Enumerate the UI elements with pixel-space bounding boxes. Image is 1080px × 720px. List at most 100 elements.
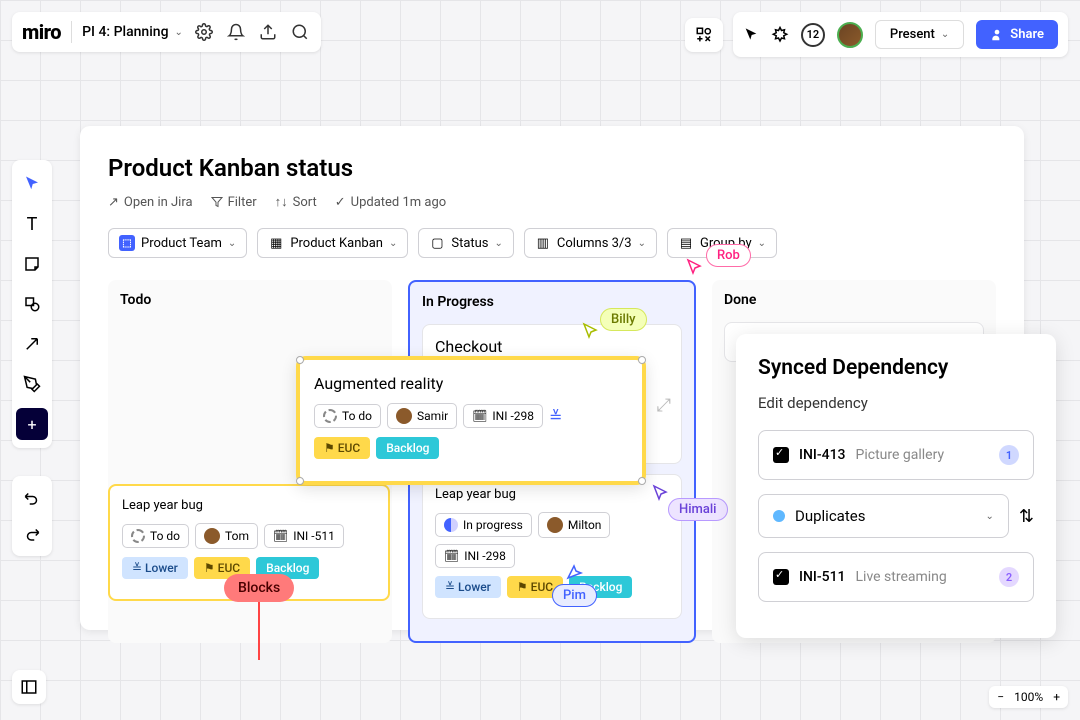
checkbox-icon[interactable]	[773, 569, 789, 585]
sort-label: Sort	[293, 195, 317, 210]
panel-toggle-button[interactable]	[12, 670, 46, 704]
columns-filter[interactable]: ▥Columns 3/3⌄	[524, 228, 657, 258]
issue-pill[interactable]: 🗓 INI -298	[463, 404, 543, 428]
filter-label: Filter	[228, 195, 257, 210]
cursor-arrow-icon	[686, 258, 704, 276]
updated-label: Updated 1m ago	[351, 195, 447, 210]
status-label: Status	[451, 236, 488, 251]
issue-pill[interactable]: 🗓 INI -298	[435, 544, 515, 568]
priority-text: Lower	[145, 561, 178, 575]
dependency-panel: Synced Dependency Edit dependency INI-41…	[736, 334, 1056, 638]
chevron-down-icon: ⌄	[495, 238, 503, 249]
export-icon[interactable]	[257, 21, 279, 43]
select-tool[interactable]	[16, 168, 48, 200]
zoom-in-button[interactable]: +	[1053, 690, 1060, 704]
arrow-tool[interactable]	[16, 328, 48, 360]
reactions-icon[interactable]	[771, 26, 789, 44]
status-pill[interactable]: To do	[122, 524, 189, 548]
assignee-text: Tom	[225, 529, 249, 543]
search-icon[interactable]	[289, 21, 311, 43]
card-augmented-reality[interactable]: Augmented reality To do Samir 🗓 INI -298…	[296, 356, 646, 485]
text-tool[interactable]: T	[16, 208, 48, 240]
swap-button[interactable]: ⇅	[1019, 506, 1034, 527]
user-avatar[interactable]	[837, 22, 863, 48]
dep-name: Picture gallery	[856, 447, 945, 463]
apps-button[interactable]	[685, 18, 723, 52]
assignee-text: Samir	[417, 409, 448, 423]
redo-button[interactable]	[16, 518, 48, 550]
column-title: Todo	[120, 292, 380, 308]
settings-icon[interactable]	[193, 21, 215, 43]
avatar-icon	[547, 517, 563, 533]
top-left-toolbar: miro PI 4: Planning ⌄	[12, 12, 321, 52]
dep-id: INI-511	[799, 569, 846, 585]
filter-button[interactable]: Filter	[211, 194, 257, 210]
shape-tool[interactable]	[16, 288, 48, 320]
team-filter[interactable]: ⬚Product Team⌄	[108, 228, 247, 258]
priority-icon[interactable]: ≚	[549, 407, 562, 426]
status-text: To do	[342, 409, 372, 423]
assignee-pill[interactable]: Tom	[195, 523, 258, 549]
resize-handle-tr[interactable]	[638, 356, 646, 364]
board-label: Product Kanban	[290, 236, 383, 251]
column-title: In Progress	[422, 294, 682, 310]
cursor-icon[interactable]	[743, 27, 759, 43]
dot-icon	[773, 510, 785, 522]
top-right-toolbar: 12 Present⌄ Share	[685, 12, 1068, 57]
columns-icon: ▥	[535, 235, 551, 251]
backlog-tag: Backlog	[376, 437, 439, 459]
status-filter[interactable]: ▢Status⌄	[418, 228, 514, 258]
pen-tool[interactable]	[16, 368, 48, 400]
sort-button[interactable]: ↑↓ Sort	[275, 194, 317, 210]
tag-text: EUC	[531, 580, 553, 594]
miro-logo[interactable]: miro	[22, 20, 61, 44]
group-icon: ▤	[678, 235, 694, 251]
dependency-item-1[interactable]: INI-413 Picture gallery 1	[758, 430, 1034, 480]
blocks-label[interactable]: Blocks	[224, 574, 294, 602]
chevron-down-icon: ⌄	[175, 27, 183, 38]
status-pill[interactable]: To do	[314, 404, 381, 428]
open-jira-link[interactable]: ↗ Open in Jira	[108, 194, 193, 210]
status-circle-icon	[131, 529, 145, 543]
expand-icon[interactable]: ⤢	[657, 395, 671, 416]
share-label: Share	[1010, 27, 1044, 42]
participant-count[interactable]: 12	[801, 23, 825, 47]
assignee-pill[interactable]: Milton	[538, 512, 611, 538]
resize-handle-br[interactable]	[638, 477, 646, 485]
board-name-dropdown[interactable]: PI 4: Planning ⌄	[82, 24, 183, 40]
zoom-controls[interactable]: − 100% +	[989, 686, 1068, 708]
cursor-arrow-icon	[582, 322, 600, 340]
checkbox-icon[interactable]	[773, 447, 789, 463]
assignee-pill[interactable]: Samir	[387, 403, 457, 429]
sticky-tool[interactable]	[16, 248, 48, 280]
relation-dropdown[interactable]: Duplicates ⌄	[758, 494, 1009, 538]
dependency-item-2[interactable]: INI-511 Live streaming 2	[758, 552, 1034, 602]
team-label: Product Team	[141, 236, 222, 251]
zoom-level[interactable]: 100%	[1014, 690, 1043, 704]
issue-text: INI -298	[492, 409, 534, 423]
resize-handle-bl[interactable]	[296, 477, 304, 485]
panel-subtitle: Edit dependency	[758, 394, 1034, 412]
zoom-out-button[interactable]: −	[997, 690, 1004, 704]
status-pill[interactable]: In progress	[435, 513, 532, 537]
add-tool[interactable]: +	[16, 408, 48, 440]
panel-title: Synced Dependency	[758, 356, 1034, 380]
cursor-arrow-icon	[566, 562, 584, 580]
issue-pill[interactable]: 🗓 INI -511	[264, 524, 344, 548]
resize-handle-tl[interactable]	[296, 356, 304, 364]
present-label: Present	[890, 27, 935, 42]
undo-button[interactable]	[16, 482, 48, 514]
relation-label: Duplicates	[795, 507, 865, 525]
count-badge: 2	[999, 567, 1019, 587]
cursor-himali: Himali	[668, 498, 728, 521]
share-button[interactable]: Share	[976, 20, 1058, 49]
relation-row: Duplicates ⌄ ⇅	[758, 494, 1034, 538]
priority-tag: ≚ Lower	[435, 576, 501, 598]
chevron-down-icon: ⌄	[389, 238, 397, 249]
priority-tag: ≚ Lower	[122, 557, 188, 579]
board-filter[interactable]: ▦Product Kanban⌄	[257, 228, 408, 258]
bell-icon[interactable]	[225, 21, 247, 43]
present-button[interactable]: Present⌄	[875, 20, 964, 49]
avatar-icon	[396, 408, 412, 424]
issue-text: INI -298	[464, 549, 506, 563]
